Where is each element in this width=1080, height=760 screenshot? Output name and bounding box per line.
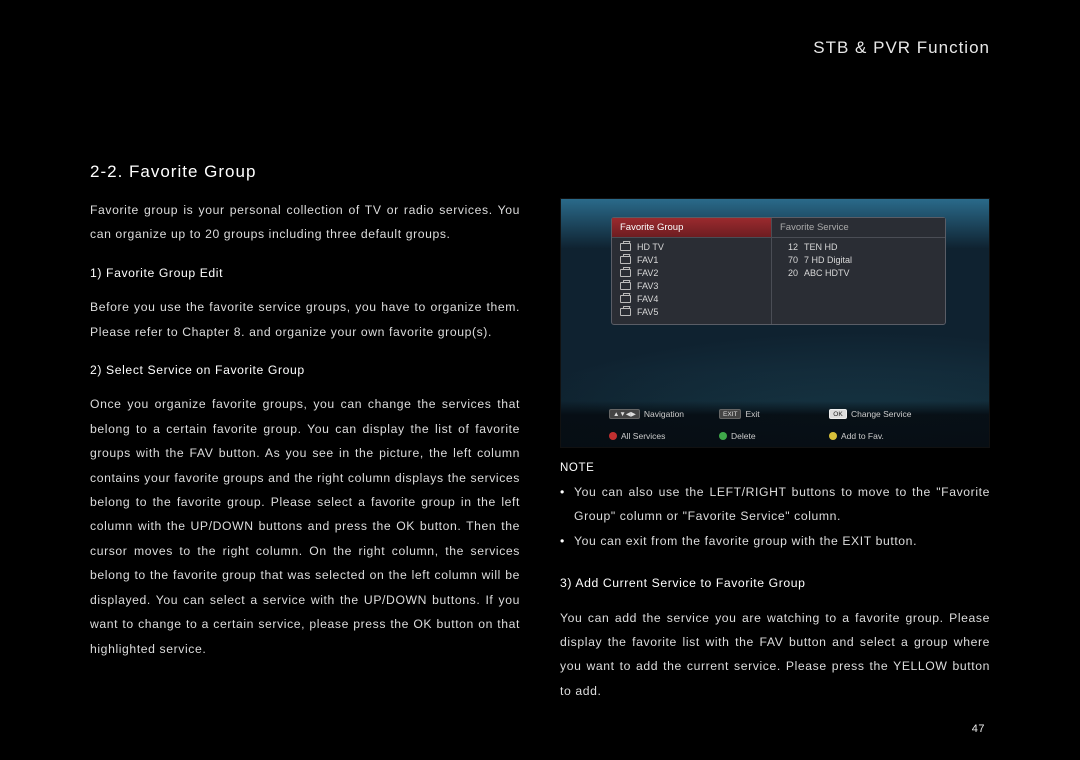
intro-paragraph: Favorite group is your personal collecti… bbox=[90, 198, 520, 247]
right-column: Favorite Group HD TV FAV1 FAV2 FAV3 FAV4… bbox=[560, 198, 990, 717]
manual-page: STB & PVR Function 2-2. Favorite Group F… bbox=[0, 0, 1080, 760]
favorite-group-header: Favorite Group bbox=[612, 218, 771, 238]
favorite-service-list: 12TEN HD 707 HD Digital 20ABC HDTV bbox=[772, 238, 945, 285]
paragraph-2: Once you organize favorite groups, you c… bbox=[90, 392, 520, 660]
exit-key-icon: EXIT bbox=[719, 409, 741, 419]
subhead-3: 3) Add Current Service to Favorite Group bbox=[560, 571, 990, 595]
subhead-1: 1) Favorite Group Edit bbox=[90, 261, 520, 285]
favorite-panel: Favorite Group HD TV FAV1 FAV2 FAV3 FAV4… bbox=[611, 217, 946, 325]
favorite-service-header: Favorite Service bbox=[772, 218, 945, 238]
footer-addfav: Add to Fav. bbox=[829, 431, 919, 441]
footer-change: OKChange Service bbox=[829, 409, 919, 419]
list-item: FAV3 bbox=[612, 279, 771, 292]
paragraph-1: Before you use the favorite service grou… bbox=[90, 295, 520, 344]
tv-screenshot: Favorite Group HD TV FAV1 FAV2 FAV3 FAV4… bbox=[560, 198, 990, 448]
tv-icon bbox=[620, 308, 631, 316]
tv-icon bbox=[620, 282, 631, 290]
note-item: You can exit from the favorite group wit… bbox=[560, 529, 990, 553]
favorite-group-column: Favorite Group HD TV FAV1 FAV2 FAV3 FAV4… bbox=[612, 218, 772, 324]
favorite-group-list: HD TV FAV1 FAV2 FAV3 FAV4 FAV5 bbox=[612, 238, 771, 324]
note-list: You can also use the LEFT/RIGHT buttons … bbox=[560, 480, 990, 553]
note-item: You can also use the LEFT/RIGHT buttons … bbox=[560, 480, 990, 529]
list-item: 12TEN HD bbox=[772, 240, 945, 253]
page-header-title: STB & PVR Function bbox=[813, 38, 990, 58]
two-column-layout: Favorite group is your personal collecti… bbox=[90, 198, 990, 717]
list-item: 20ABC HDTV bbox=[772, 266, 945, 279]
section-heading: 2-2. Favorite Group bbox=[90, 162, 256, 182]
tv-icon bbox=[620, 295, 631, 303]
footer-exit: EXITExit bbox=[719, 409, 809, 419]
list-item: 707 HD Digital bbox=[772, 253, 945, 266]
arrows-icon: ▲▼◀▶ bbox=[609, 409, 640, 419]
tv-icon bbox=[620, 243, 631, 251]
tv-icon bbox=[620, 256, 631, 264]
screenshot-footer: ▲▼◀▶Navigation EXITExit OKChange Service… bbox=[561, 401, 989, 447]
ok-key-icon: OK bbox=[829, 409, 847, 419]
green-dot-icon bbox=[719, 432, 727, 440]
list-item: FAV2 bbox=[612, 266, 771, 279]
footer-nav: ▲▼◀▶Navigation bbox=[609, 409, 699, 419]
footer-all: All Services bbox=[609, 431, 699, 441]
left-column: Favorite group is your personal collecti… bbox=[90, 198, 520, 717]
list-item: FAV5 bbox=[612, 305, 771, 318]
red-dot-icon bbox=[609, 432, 617, 440]
favorite-service-column: Favorite Service 12TEN HD 707 HD Digital… bbox=[772, 218, 945, 324]
list-item: FAV1 bbox=[612, 253, 771, 266]
list-item: FAV4 bbox=[612, 292, 771, 305]
yellow-dot-icon bbox=[829, 432, 837, 440]
footer-delete: Delete bbox=[719, 431, 809, 441]
tv-icon bbox=[620, 269, 631, 277]
note-heading: NOTE bbox=[560, 462, 990, 474]
page-number: 47 bbox=[972, 723, 985, 735]
paragraph-3: You can add the service you are watching… bbox=[560, 606, 990, 704]
subhead-2: 2) Select Service on Favorite Group bbox=[90, 358, 520, 382]
list-item: HD TV bbox=[612, 240, 771, 253]
